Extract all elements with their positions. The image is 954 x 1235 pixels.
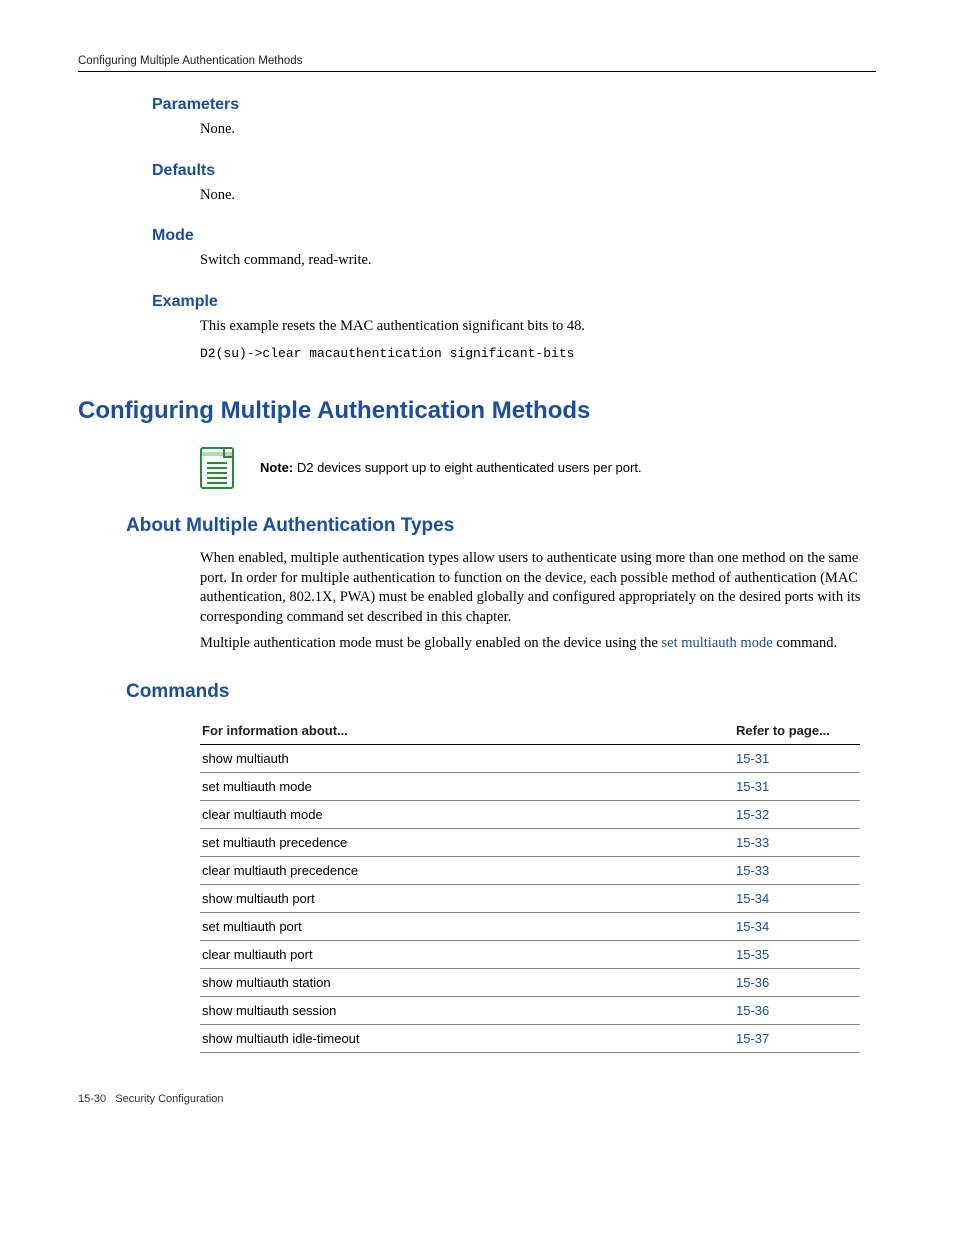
table-row: set multiauth mode15-31: [200, 773, 860, 801]
command-name: clear multiauth port: [200, 941, 734, 969]
running-title: Configuring Multiple Authentication Meth…: [78, 55, 302, 67]
heading-example: Example: [152, 293, 876, 311]
command-name: show multiauth station: [200, 969, 734, 997]
command-name: show multiauth: [200, 745, 734, 773]
table-row: show multiauth session15-36: [200, 997, 860, 1025]
page-link[interactable]: 15-37: [736, 1031, 769, 1046]
command-page: 15-34: [734, 913, 860, 941]
page-link[interactable]: 15-31: [736, 751, 769, 766]
command-name: set multiauth mode: [200, 773, 734, 801]
about-paragraph-1: When enabled, multiple authentication ty…: [200, 549, 876, 627]
command-name: show multiauth session: [200, 997, 734, 1025]
example-code: D2(su)->clear macauthentication signific…: [200, 346, 876, 361]
page-header: Configuring Multiple Authentication Meth…: [78, 55, 876, 72]
table-row: clear multiauth precedence15-33: [200, 857, 860, 885]
command-name: show multiauth idle-timeout: [200, 1025, 734, 1053]
command-page: 15-33: [734, 829, 860, 857]
note-block: Note: D2 devices support up to eight aut…: [200, 447, 876, 487]
heading-about: About Multiple Authentication Types: [126, 515, 876, 537]
command-page: 15-36: [734, 969, 860, 997]
commands-col-info: For information about...: [200, 717, 734, 745]
command-page: 15-31: [734, 745, 860, 773]
about-p2-pre: Multiple authentication mode must be glo…: [200, 635, 661, 651]
page-link[interactable]: 15-32: [736, 807, 769, 822]
footer-page-number: 15-30: [78, 1093, 106, 1105]
example-body: This example resets the MAC authenticati…: [200, 317, 876, 337]
command-page: 15-37: [734, 1025, 860, 1053]
command-page: 15-35: [734, 941, 860, 969]
table-row: show multiauth idle-timeout15-37: [200, 1025, 860, 1053]
note-label: Note:: [260, 460, 293, 475]
note-text: Note: D2 devices support up to eight aut…: [260, 460, 642, 475]
page-link[interactable]: 15-36: [736, 1003, 769, 1018]
about-paragraph-2: Multiple authentication mode must be glo…: [200, 634, 876, 654]
heading-commands: Commands: [126, 681, 876, 703]
page-link[interactable]: 15-33: [736, 835, 769, 850]
commands-col-page: Refer to page...: [734, 717, 860, 745]
table-row: set multiauth port15-34: [200, 913, 860, 941]
page-link[interactable]: 15-33: [736, 863, 769, 878]
table-row: clear multiauth mode15-32: [200, 801, 860, 829]
command-page: 15-34: [734, 885, 860, 913]
link-set-multiauth-mode[interactable]: set multiauth mode: [661, 635, 772, 651]
page-footer: 15-30 Security Configuration: [78, 1093, 876, 1105]
page-link[interactable]: 15-31: [736, 779, 769, 794]
commands-table: For information about... Refer to page..…: [200, 717, 860, 1053]
note-body: D2 devices support up to eight authentic…: [297, 460, 642, 475]
mode-body: Switch command, read-write.: [200, 251, 876, 271]
command-page: 15-32: [734, 801, 860, 829]
table-row: show multiauth15-31: [200, 745, 860, 773]
table-row: set multiauth precedence15-33: [200, 829, 860, 857]
heading-parameters: Parameters: [152, 96, 876, 114]
command-name: set multiauth precedence: [200, 829, 734, 857]
command-page: 15-33: [734, 857, 860, 885]
command-page: 15-36: [734, 997, 860, 1025]
command-name: clear multiauth precedence: [200, 857, 734, 885]
command-page: 15-31: [734, 773, 860, 801]
command-name: set multiauth port: [200, 913, 734, 941]
heading-defaults: Defaults: [152, 162, 876, 180]
heading-mode: Mode: [152, 227, 876, 245]
command-name: show multiauth port: [200, 885, 734, 913]
page-link[interactable]: 15-35: [736, 947, 769, 962]
page-link[interactable]: 15-34: [736, 891, 769, 906]
table-row: show multiauth station15-36: [200, 969, 860, 997]
table-row: clear multiauth port15-35: [200, 941, 860, 969]
footer-chapter: Security Configuration: [115, 1093, 223, 1105]
defaults-body: None.: [200, 186, 876, 206]
note-icon: [200, 447, 234, 487]
about-p2-post: command.: [773, 635, 837, 651]
page-link[interactable]: 15-34: [736, 919, 769, 934]
parameters-body: None.: [200, 120, 876, 140]
command-name: clear multiauth mode: [200, 801, 734, 829]
table-row: show multiauth port15-34: [200, 885, 860, 913]
heading-h1: Configuring Multiple Authentication Meth…: [78, 397, 876, 425]
page-link[interactable]: 15-36: [736, 975, 769, 990]
